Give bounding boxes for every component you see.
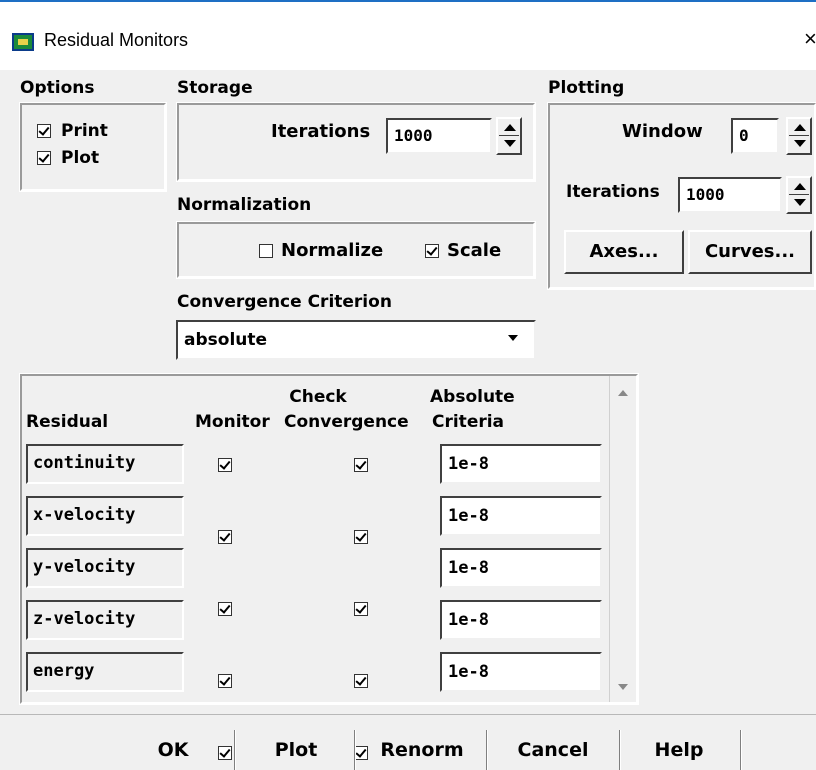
print-checkbox[interactable]	[37, 124, 51, 138]
monitor-checkbox[interactable]	[218, 674, 232, 688]
monitor-header: Monitor	[195, 412, 270, 432]
check-header-line2: Convergence	[284, 412, 409, 432]
spin-down-icon[interactable]	[504, 140, 516, 147]
normalize-checkbox[interactable]	[259, 243, 273, 258]
convergence-label: Convergence Criterion	[177, 292, 392, 312]
absolute-header-line1: Absolute	[430, 387, 515, 407]
storage-iterations-spinner[interactable]	[496, 117, 522, 155]
plotting-label: Plotting	[548, 78, 625, 98]
residual-name: continuity	[26, 444, 184, 484]
plotting-iterations-label: Iterations	[566, 182, 660, 202]
absolute-header-line2: Criteria	[432, 412, 505, 432]
absolute-criteria-input[interactable]: 1e-8	[440, 652, 602, 692]
absolute-criteria-input[interactable]: 1e-8	[440, 600, 602, 640]
window-title: Residual Monitors	[44, 30, 189, 50]
button-separator	[486, 730, 488, 770]
plot-checkbox[interactable]	[37, 151, 51, 165]
spin-up-icon[interactable]	[504, 124, 516, 131]
table-row: energy 1e-8	[0, 80, 816, 760]
plotting-window-input[interactable]: 0	[731, 118, 779, 154]
monitor-checkbox[interactable]	[218, 530, 232, 544]
scale-option[interactable]: Scale	[425, 240, 501, 261]
renorm-button[interactable]: Renorm	[364, 730, 480, 770]
storage-iterations-input[interactable]: 1000	[386, 118, 492, 154]
plot-option[interactable]: Plot	[37, 148, 99, 168]
footer-divider	[0, 714, 816, 715]
plotting-window-label: Window	[622, 121, 703, 142]
absolute-criteria-input[interactable]: 1e-8	[440, 496, 602, 536]
ok-button[interactable]: OK	[122, 730, 224, 770]
residual-name: z-velocity	[26, 600, 184, 640]
residual-name: y-velocity	[26, 548, 184, 588]
button-separator	[354, 730, 356, 770]
curves-button[interactable]: Curves...	[688, 230, 812, 274]
button-separator	[740, 730, 742, 770]
plotting-iterations-spinner[interactable]	[786, 176, 812, 214]
monitor-checkbox[interactable]	[218, 602, 232, 616]
options-group	[19, 102, 167, 192]
axes-button[interactable]: Axes...	[564, 230, 684, 274]
convergence-select[interactable]: absolute	[176, 320, 536, 360]
check-convergence-checkbox[interactable]	[354, 458, 368, 472]
residual-name: x-velocity	[26, 496, 184, 536]
storage-label: Storage	[177, 78, 253, 98]
normalization-label: Normalization	[177, 195, 312, 215]
absolute-criteria-input[interactable]: 1e-8	[440, 548, 602, 588]
plot-button[interactable]: Plot	[246, 730, 346, 770]
cancel-button[interactable]: Cancel	[494, 730, 612, 770]
scroll-up-icon[interactable]	[618, 390, 628, 396]
chevron-down-icon[interactable]	[508, 335, 518, 341]
plotting-window-spinner[interactable]	[786, 117, 812, 155]
normalize-label: Normalize	[281, 240, 384, 261]
normalize-option[interactable]: Normalize	[259, 240, 383, 261]
check-convergence-checkbox[interactable]	[354, 674, 368, 688]
plotting-iterations-input[interactable]: 1000	[678, 177, 782, 213]
check-convergence-checkbox[interactable]	[354, 602, 368, 616]
check-convergence-checkbox[interactable]	[354, 530, 368, 544]
button-separator	[619, 730, 621, 770]
storage-iterations-label: Iterations	[271, 121, 371, 142]
button-separator	[234, 730, 236, 770]
print-option[interactable]: Print	[37, 121, 108, 141]
options-label: Options	[20, 78, 95, 98]
monitor-checkbox[interactable]	[218, 458, 232, 472]
close-icon[interactable]: ×	[804, 26, 816, 52]
table-scrollbar[interactable]	[609, 376, 636, 702]
scale-checkbox[interactable]	[425, 243, 439, 258]
absolute-criteria-input[interactable]: 1e-8	[440, 444, 602, 484]
print-label: Print	[61, 121, 108, 141]
plot-label: Plot	[61, 148, 100, 168]
check-header-line1: Check	[289, 387, 347, 407]
scroll-down-icon[interactable]	[618, 684, 628, 690]
residual-header: Residual	[26, 412, 109, 432]
scale-label: Scale	[447, 240, 502, 261]
fluent-app-icon	[12, 33, 34, 51]
residual-name: energy	[26, 652, 184, 692]
help-button[interactable]: Help	[626, 730, 732, 770]
